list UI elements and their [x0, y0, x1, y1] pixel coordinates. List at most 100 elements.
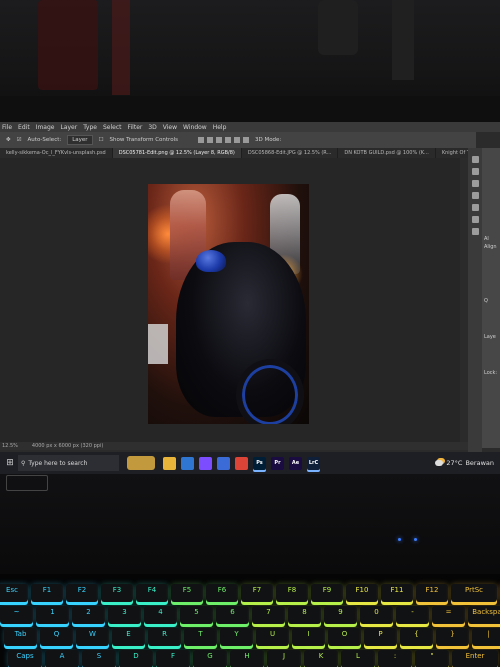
news-widget[interactable]: [127, 456, 155, 470]
pen-icon[interactable]: [471, 192, 479, 199]
menu-item-layer[interactable]: Layer: [60, 124, 77, 131]
document-tab[interactable]: DSC05868-Edit.JPG @ 12.5% (R...: [242, 148, 339, 158]
align-middle-icon[interactable]: [233, 137, 240, 143]
weather-temperature[interactable]: 27°C: [446, 459, 462, 467]
key[interactable]: 6: [216, 606, 249, 624]
type-icon[interactable]: [471, 204, 479, 211]
key[interactable]: Tab: [4, 628, 37, 646]
key[interactable]: I: [292, 628, 325, 646]
weather-cloud-icon[interactable]: [435, 460, 444, 466]
key[interactable]: F1: [31, 584, 63, 602]
key[interactable]: PrtSc: [451, 584, 497, 602]
key[interactable]: F2: [66, 584, 98, 602]
key[interactable]: 0: [360, 606, 393, 624]
shape-icon[interactable]: [471, 216, 479, 223]
zoom-level[interactable]: 12.5%: [2, 443, 18, 449]
menu-item-3d[interactable]: 3D: [148, 124, 156, 131]
taskbar-search[interactable]: ⚲ Type here to search: [18, 455, 119, 471]
key[interactable]: K: [304, 650, 338, 667]
taskbar-app-after-effects[interactable]: Ae: [289, 456, 302, 470]
key[interactable]: U: [256, 628, 289, 646]
key[interactable]: ~: [0, 606, 33, 624]
key[interactable]: W: [76, 628, 109, 646]
taskbar-app-lightroom-classic[interactable]: LrC: [307, 456, 320, 470]
key[interactable]: 8: [288, 606, 321, 624]
move-icon[interactable]: [471, 156, 479, 163]
document-tab[interactable]: DN KOTB GUILD.psd @ 100% (K...: [338, 148, 436, 158]
history-icon[interactable]: [471, 180, 479, 187]
key[interactable]: Esc: [0, 584, 28, 602]
key[interactable]: =: [432, 606, 465, 624]
key[interactable]: R: [148, 628, 181, 646]
key[interactable]: Backspace: [468, 606, 500, 624]
align-center-icon[interactable]: [206, 137, 213, 143]
menu-item-help[interactable]: Help: [213, 124, 227, 131]
key[interactable]: :: [378, 650, 412, 667]
key[interactable]: }: [436, 628, 469, 646]
key[interactable]: F4: [136, 584, 168, 602]
key[interactable]: F10: [346, 584, 378, 602]
auto-select-checkbox[interactable]: ☑: [17, 137, 22, 143]
key[interactable]: F12: [416, 584, 448, 602]
key[interactable]: F7: [241, 584, 273, 602]
key[interactable]: 4: [144, 606, 177, 624]
key[interactable]: F3: [101, 584, 133, 602]
key[interactable]: E: [112, 628, 145, 646]
key[interactable]: 3: [108, 606, 141, 624]
key[interactable]: 2: [72, 606, 105, 624]
key[interactable]: D: [119, 650, 153, 667]
key[interactable]: F6: [206, 584, 238, 602]
taskbar-app-premiere[interactable]: Pr: [271, 456, 284, 470]
key[interactable]: Y: [220, 628, 253, 646]
taskbar-app-messenger[interactable]: [199, 456, 212, 470]
key[interactable]: {: [400, 628, 433, 646]
key[interactable]: T: [184, 628, 217, 646]
key[interactable]: F9: [311, 584, 343, 602]
document-image[interactable]: [148, 184, 309, 424]
key[interactable]: Enter: [452, 650, 498, 667]
menu-item-window[interactable]: Window: [183, 124, 207, 131]
key[interactable]: 7: [252, 606, 285, 624]
menu-item-filter[interactable]: Filter: [128, 124, 143, 131]
key[interactable]: A: [45, 650, 79, 667]
key[interactable]: F8: [276, 584, 308, 602]
key[interactable]: Caps: [8, 650, 42, 667]
menu-item-view[interactable]: View: [163, 124, 177, 131]
key[interactable]: ": [415, 650, 449, 667]
adjust-icon[interactable]: [471, 228, 479, 235]
taskbar-app-file-explorer[interactable]: [163, 456, 176, 470]
key[interactable]: F11: [381, 584, 413, 602]
taskbar-app-chrome[interactable]: [235, 456, 248, 470]
taskbar-app-chrome-blue[interactable]: [217, 456, 230, 470]
key[interactable]: 5: [180, 606, 213, 624]
key[interactable]: Q: [40, 628, 73, 646]
document-tab[interactable]: kelly-sikkema-Oc_l_FYKvls-unsplash.psd: [0, 148, 113, 158]
taskbar-app-photoshop[interactable]: Ps: [253, 456, 266, 470]
weather-condition[interactable]: Berawan: [465, 459, 494, 467]
key[interactable]: 1: [36, 606, 69, 624]
key[interactable]: S: [82, 650, 116, 667]
key[interactable]: F: [156, 650, 190, 667]
key[interactable]: J: [267, 650, 301, 667]
align-left-icon[interactable]: [197, 137, 204, 143]
document-tab-active[interactable]: DSC05781-Edit.png @ 12.5% (Layer 8, RGB/…: [112, 148, 242, 158]
menu-item-type[interactable]: Type: [83, 124, 97, 131]
key[interactable]: 9: [324, 606, 357, 624]
transform-controls-checkbox[interactable]: ☐: [99, 137, 104, 143]
key[interactable]: H: [230, 650, 264, 667]
key[interactable]: G: [193, 650, 227, 667]
layers-panel-label[interactable]: Laye: [484, 334, 496, 340]
menu-item-edit[interactable]: Edit: [18, 124, 30, 131]
key[interactable]: |: [472, 628, 500, 646]
menu-item-select[interactable]: Select: [103, 124, 122, 131]
align-bottom-icon[interactable]: [242, 137, 249, 143]
menu-item-file[interactable]: File: [2, 124, 12, 131]
start-button-icon[interactable]: ⊞: [4, 457, 16, 469]
move-tool-icon[interactable]: ✥: [6, 137, 11, 143]
key[interactable]: P: [364, 628, 397, 646]
taskbar-app-store[interactable]: [181, 456, 194, 470]
key[interactable]: L: [341, 650, 375, 667]
key[interactable]: -: [396, 606, 429, 624]
align-top-icon[interactable]: [224, 137, 231, 143]
auto-select-dropdown[interactable]: Layer: [67, 135, 93, 145]
